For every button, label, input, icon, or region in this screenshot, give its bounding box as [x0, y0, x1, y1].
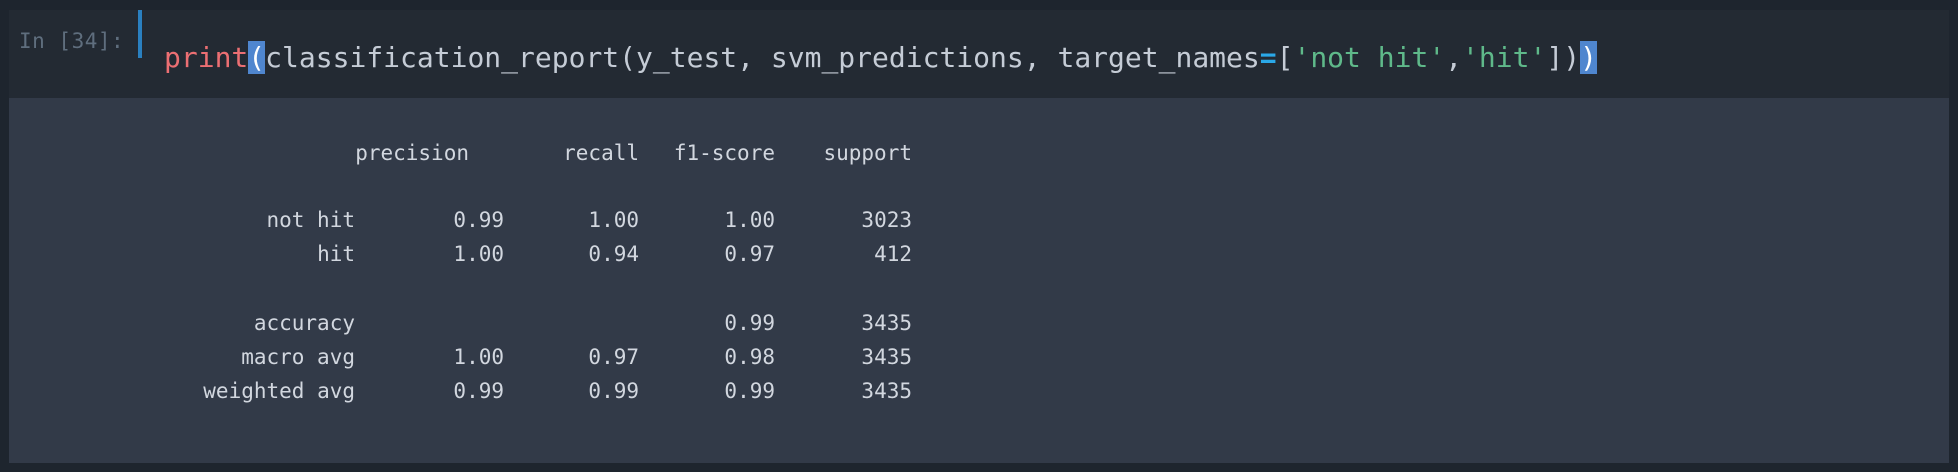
cell-input[interactable]: In [34]: print(classification_report(y_t…: [9, 10, 1949, 98]
notebook-cell[interactable]: In [34]: print(classification_report(y_t…: [9, 10, 1949, 463]
cell-support: 412: [874, 242, 912, 266]
code-token-plain: [: [1276, 41, 1294, 74]
cell-f1-score: 0.99: [724, 311, 775, 335]
cell-support: 3023: [861, 208, 912, 232]
header-support: support: [823, 141, 912, 165]
cell-f1-score: 0.98: [724, 345, 775, 369]
code-token-plain: classification_report(y_test, svm_predic…: [265, 41, 1260, 74]
code-token-str: 'not hit': [1293, 41, 1446, 74]
header-f1-score: f1-score: [673, 141, 775, 165]
cell-selection-indicator: [138, 10, 142, 58]
execution-prompt: In [34]:: [19, 29, 125, 53]
row-label: accuracy: [253, 311, 355, 335]
cell-precision: 1.00: [453, 345, 504, 369]
code-token-plain: ]): [1546, 41, 1581, 74]
code-token-plain: ,: [1445, 41, 1463, 74]
code-token-bracket-hl: (: [248, 41, 266, 74]
cell-precision: 0.99: [453, 208, 504, 232]
cell-f1-score: 0.97: [724, 242, 775, 266]
code-token-op: =: [1259, 41, 1277, 74]
code-token-bracket-hl: ): [1580, 41, 1597, 74]
classification-report: precision recall f1-score support not hi…: [9, 98, 1009, 463]
cell-output: precision recall f1-score support not hi…: [9, 98, 1949, 463]
cell-support: 3435: [861, 345, 912, 369]
header-precision: precision: [355, 141, 469, 165]
code-line[interactable]: print(classification_report(y_test, svm_…: [164, 40, 1597, 76]
cell-precision: 1.00: [453, 242, 504, 266]
code-token-fn: print: [164, 41, 249, 74]
cell-support: 3435: [861, 379, 912, 403]
cell-precision: 0.99: [453, 379, 504, 403]
cell-f1-score: 0.99: [724, 379, 775, 403]
cell-f1-score: 1.00: [724, 208, 775, 232]
code-token-str: 'hit': [1462, 41, 1547, 74]
cell-support: 3435: [861, 311, 912, 335]
